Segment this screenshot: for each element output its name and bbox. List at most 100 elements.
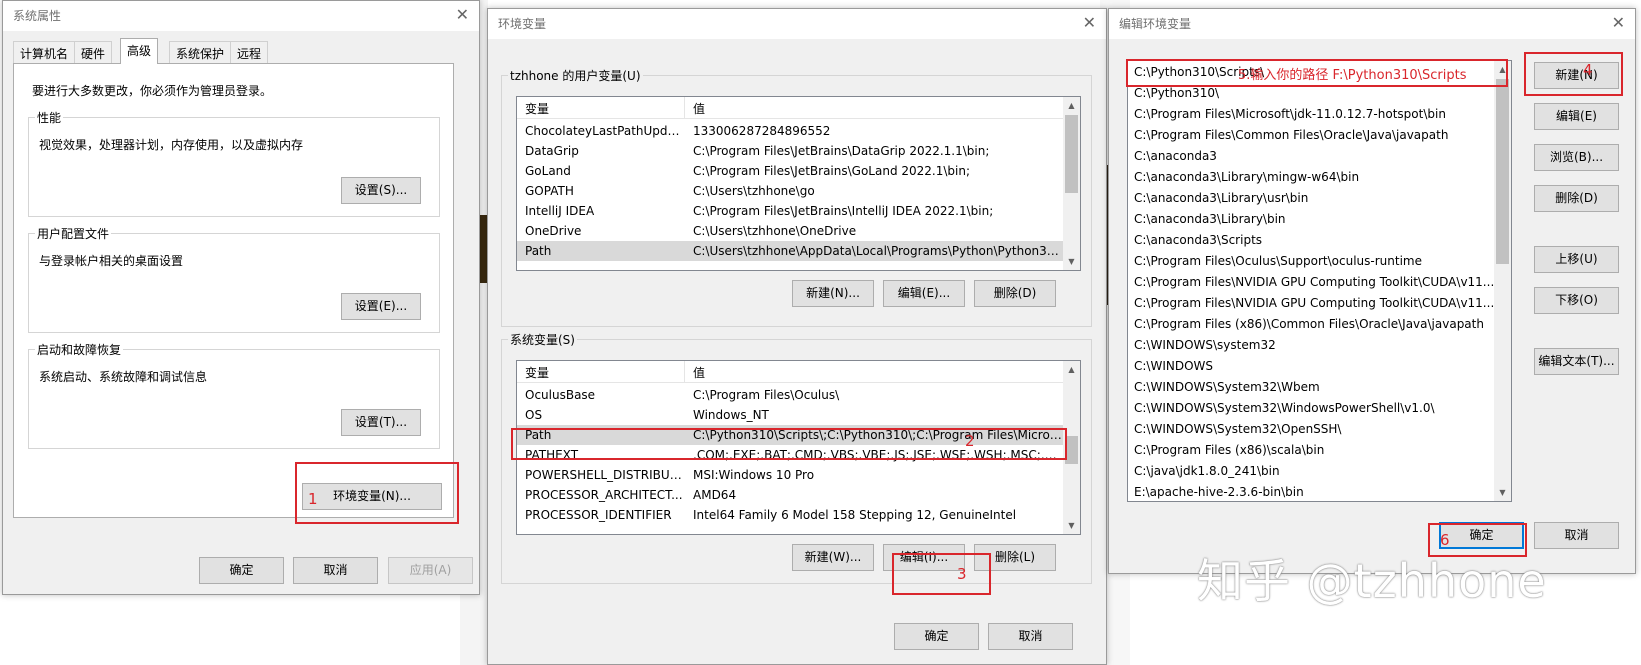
tab-system-protection[interactable]: 系统保护 — [169, 41, 232, 63]
close-icon[interactable]: ✕ — [1083, 13, 1096, 33]
variable-value: MSI:Windows 10 Pro — [693, 468, 815, 482]
list-item[interactable]: C:\WINDOWS\System32\OpenSSH\ — [1134, 422, 1341, 442]
vertical-scrollbar[interactable]: ▲ ▼ — [1494, 61, 1511, 501]
list-item[interactable]: C:\Program Files\NVIDIA GPU Computing To… — [1134, 275, 1498, 295]
list-header: 变量 值 — [517, 97, 1080, 119]
list-item[interactable]: C:\Program Files\Common Files\Oracle\Jav… — [1134, 128, 1448, 148]
column-separator — [684, 361, 685, 383]
scroll-up-icon[interactable]: ▲ — [1494, 61, 1511, 78]
table-row[interactable]: OculusBase C:\Program Files\Oculus\ — [517, 385, 1080, 405]
system-properties-dialog: 系统属性 ✕ 计算机名 硬件 高级 系统保护 远程 要进行大多数更改，你必须作为… — [2, 0, 480, 595]
new-entry-button[interactable]: 新建(N) — [1534, 62, 1619, 89]
list-item[interactable]: C:\Program Files\Oculus\Support\oculus-r… — [1134, 254, 1422, 274]
ok-button[interactable]: 确定 — [894, 623, 979, 650]
list-item[interactable]: E:\apache-hive-2.3.6-bin\bin — [1134, 485, 1304, 501]
column-header-value[interactable]: 值 — [693, 364, 705, 381]
scroll-thumb[interactable] — [1065, 436, 1078, 464]
tab-remote[interactable]: 远程 — [230, 41, 269, 63]
user-new-button[interactable]: 新建(N)... — [792, 280, 874, 307]
system-delete-button[interactable]: 删除(L) — [974, 544, 1056, 571]
table-row[interactable]: DataGrip C:\Program Files\JetBrains\DataG… — [517, 141, 1080, 161]
list-item[interactable]: C:\WINDOWS — [1134, 359, 1213, 379]
close-icon[interactable]: ✕ — [1612, 13, 1625, 33]
list-item[interactable]: C:\Program Files (x86)\Common Files\Orac… — [1134, 317, 1484, 337]
startup-settings-button[interactable]: 设置(T)... — [341, 409, 421, 436]
tab-computer-name[interactable]: 计算机名 — [13, 41, 76, 63]
edit-entry-button[interactable]: 编辑(E) — [1534, 103, 1619, 130]
user-edit-button[interactable]: 编辑(E)... — [883, 280, 965, 307]
table-row[interactable]: Path C:\Users\tzhhone\AppData\Local\Progr… — [517, 241, 1080, 261]
list-item[interactable]: C:\Program Files\NVIDIA GPU Computing To… — [1134, 296, 1498, 316]
ok-button[interactable]: 确定 — [199, 557, 284, 584]
list-item[interactable]: C:\anaconda3\Library\bin — [1134, 212, 1286, 232]
group-description: 与登录帐户相关的桌面设置 — [39, 254, 184, 268]
variable-name: ChocolateyLastPathUpdate — [525, 124, 685, 138]
edit-environment-variable-dialog: 编辑环境变量 ✕ C:\Python310\Scripts\ C:\Python… — [1108, 8, 1636, 574]
table-row[interactable]: PROCESSOR_IDENTIFIER Intel64 Family 6 Mod… — [517, 505, 1080, 525]
table-row[interactable]: Path C:\Python310\Scripts\;C:\Python310\;… — [517, 425, 1080, 445]
path-entries-list[interactable]: C:\Python310\Scripts\ C:\Python310\ C:\P… — [1127, 60, 1512, 502]
scroll-down-icon[interactable]: ▼ — [1494, 484, 1511, 501]
vertical-scrollbar[interactable]: ▲ ▼ — [1063, 361, 1080, 534]
tab-advanced[interactable]: 高级 — [120, 38, 159, 64]
cancel-button[interactable]: 取消 — [293, 557, 378, 584]
list-item[interactable]: C:\anaconda3\Scripts — [1134, 233, 1262, 253]
system-edit-button[interactable]: 编辑(I)... — [883, 544, 965, 571]
list-item[interactable]: C:\Program Files (x86)\scala\bin — [1134, 443, 1324, 463]
user-delete-button[interactable]: 删除(D) — [974, 280, 1056, 307]
variable-value: Intel64 Family 6 Model 158 Stepping 12, … — [693, 508, 1017, 522]
close-icon[interactable]: ✕ — [456, 5, 469, 25]
column-header-value[interactable]: 值 — [693, 100, 705, 117]
list-item[interactable]: C:\Program Files\Microsoft\jdk-11.0.12.7… — [1134, 107, 1446, 127]
scroll-up-icon[interactable]: ▲ — [1063, 97, 1080, 114]
list-item[interactable]: C:\anaconda3 — [1134, 149, 1217, 169]
scroll-thumb[interactable] — [1065, 115, 1078, 193]
environment-variables-button[interactable]: 环境变量(N)... — [302, 483, 442, 510]
list-item[interactable]: C:\Python310\Scripts\ — [1134, 65, 1264, 85]
table-row[interactable]: OneDrive C:\Users\tzhhone\OneDrive — [517, 221, 1080, 241]
table-row[interactable]: PROCESSOR_ARCHITECT... AMD64 — [517, 485, 1080, 505]
column-header-variable[interactable]: 变量 — [525, 100, 549, 117]
variable-value: AMD64 — [693, 488, 737, 502]
profile-settings-button[interactable]: 设置(E)... — [341, 293, 421, 320]
scroll-down-icon[interactable]: ▼ — [1063, 253, 1080, 270]
delete-entry-button[interactable]: 删除(D) — [1534, 185, 1619, 212]
list-item[interactable]: C:\Python310\ — [1134, 86, 1219, 106]
table-row[interactable]: GOPATH C:\Users\tzhhone\go — [517, 181, 1080, 201]
move-up-button[interactable]: 上移(U) — [1534, 246, 1619, 273]
dialog-title: 编辑环境变量 — [1109, 9, 1635, 39]
scroll-down-icon[interactable]: ▼ — [1063, 517, 1080, 534]
list-item[interactable]: C:\WINDOWS\System32\Wbem — [1134, 380, 1320, 400]
table-row[interactable]: GoLand C:\Program Files\JetBrains\GoLand … — [517, 161, 1080, 181]
variable-name: OculusBase — [525, 388, 596, 402]
tab-hardware[interactable]: 硬件 — [74, 41, 113, 63]
cancel-button[interactable]: 取消 — [1534, 522, 1619, 549]
move-down-button[interactable]: 下移(O) — [1534, 287, 1619, 314]
list-item[interactable]: C:\WINDOWS\system32 — [1134, 338, 1276, 358]
browse-button[interactable]: 浏览(B)... — [1534, 144, 1619, 171]
column-header-variable[interactable]: 变量 — [525, 364, 549, 381]
table-row[interactable]: OS Windows_NT — [517, 405, 1080, 425]
variable-name: PATHEXT — [525, 448, 579, 462]
table-row[interactable]: ChocolateyLastPathUpdate 1330062872848965… — [517, 121, 1080, 141]
system-variables-list[interactable]: 变量 值 OculusBase C:\Program Files\Oculus\ … — [516, 360, 1081, 535]
list-item[interactable]: C:\anaconda3\Library\mingw-w64\bin — [1134, 170, 1359, 190]
list-item[interactable]: C:\java\jdk1.8.0_241\bin — [1134, 464, 1280, 484]
apply-button[interactable]: 应用(A) — [388, 557, 473, 584]
scroll-thumb[interactable] — [1496, 79, 1509, 264]
vertical-scrollbar[interactable]: ▲ ▼ — [1063, 97, 1080, 270]
table-row[interactable]: PATHEXT .COM;.EXE;.BAT;.CMD;.VBS;.VBE;.JS… — [517, 445, 1080, 465]
user-variables-list[interactable]: 变量 值 ChocolateyLastPathUpdate 13300628728… — [516, 96, 1081, 271]
list-item[interactable]: C:\WINDOWS\System32\WindowsPowerShell\v1… — [1134, 401, 1435, 421]
cancel-button[interactable]: 取消 — [988, 623, 1073, 650]
performance-settings-button[interactable]: 设置(S)... — [341, 177, 421, 204]
edit-text-button[interactable]: 编辑文本(T)... — [1534, 348, 1619, 375]
list-item[interactable]: C:\anaconda3\Library\usr\bin — [1134, 191, 1308, 211]
group-title: 系统变量(S) — [508, 331, 577, 348]
scroll-up-icon[interactable]: ▲ — [1063, 361, 1080, 378]
system-variables-group: 系统变量(S) 变量 值 OculusBase C:\Program Files\… — [501, 331, 1092, 584]
table-row[interactable]: IntelliJ IDEA C:\Program Files\JetBrains\… — [517, 201, 1080, 221]
startup-recovery-group: 启动和故障恢复 系统启动、系统故障和调试信息 设置(T)... — [28, 341, 440, 449]
system-new-button[interactable]: 新建(W)... — [792, 544, 874, 571]
table-row[interactable]: POWERSHELL_DISTRIBUTI... MSI:Windows 10 P… — [517, 465, 1080, 485]
